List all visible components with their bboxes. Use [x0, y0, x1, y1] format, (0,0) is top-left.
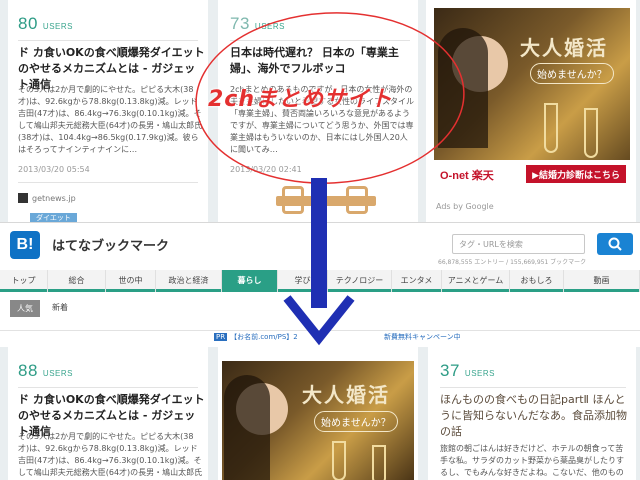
favicon-icon: [18, 193, 28, 203]
tab-popular[interactable]: 人気: [10, 300, 40, 317]
nav-item[interactable]: 動画: [564, 270, 640, 292]
user-count[interactable]: 37 USERS: [440, 361, 495, 381]
ad-subtitle: 始めませんか？: [314, 411, 398, 432]
divider: [230, 40, 410, 41]
nav-item-active[interactable]: 暮らし: [222, 270, 278, 292]
nav-item[interactable]: 総合: [48, 270, 106, 292]
user-count[interactable]: 73 USERS: [230, 14, 285, 34]
ad-subtitle: 始めませんか？: [530, 63, 614, 84]
divider: [0, 330, 640, 331]
promo-link[interactable]: PR 【お名前.com/PS】2 新費無料キャンペーン中: [214, 332, 461, 342]
entry-date: 2013/03/20 02:41: [230, 165, 302, 174]
champagne-glass-icon: [332, 441, 346, 480]
entry-thumbnail: [276, 182, 386, 222]
pr-badge: PR: [214, 333, 228, 341]
divider: [18, 387, 198, 388]
ads-by-google[interactable]: Ads by Google: [436, 202, 494, 211]
nav-item[interactable]: 政治と経済: [156, 270, 222, 292]
champagne-glass-icon: [584, 108, 598, 158]
divider: [18, 182, 198, 183]
onet-logo: O-net 楽天: [440, 170, 494, 182]
nav-item[interactable]: 学び: [278, 270, 328, 292]
entry-title[interactable]: ほんものの食べもの日記partⅡ ほんとうに皆知らないんだなあ。食品添加物の話: [440, 392, 630, 440]
entry-date: 2013/03/20 05:54: [18, 165, 90, 174]
hair-shape: [224, 375, 270, 480]
champagne-glass-icon: [372, 445, 386, 480]
ad-cta-button[interactable]: ▶結婚力診断はこちら: [526, 165, 626, 183]
divider: [18, 40, 198, 41]
site-name[interactable]: はてなブックマーク: [52, 235, 169, 254]
nav-item[interactable]: エンタメ: [392, 270, 442, 292]
nav-item[interactable]: テクノロジー: [328, 270, 392, 292]
ad-block[interactable]: 大人婚活 始めませんか？: [218, 347, 418, 480]
champagne-glass-icon: [544, 103, 558, 153]
screenshot-root: 80 USERS ド カ食いOKの食べ順爆発ダイエットのやせるメカニズムとは - …: [0, 0, 640, 480]
ad-block[interactable]: 大人婚活 始めませんか？ O-net 楽天 ▶結婚力診断はこちら Ads by …: [426, 0, 636, 222]
category-nav: トップ 総合 世の中 政治と経済 暮らし 学び テクノロジー エンタメ アニメと…: [0, 270, 640, 292]
annotation-label: 2chまとめサイト: [208, 87, 394, 112]
site-stats: 66,878,555 エントリー / 155,669,951 ブックマーク: [438, 259, 587, 266]
entry-title[interactable]: 日本は時代遅れ？ 日本の「専業主婦」、海外でフルボッコ: [230, 45, 416, 77]
ad-title: 大人婚活: [520, 36, 608, 60]
entry-card[interactable]: 37 USERS ほんものの食べもの日記partⅡ ほんとうに皆知らないんだなあ。…: [428, 347, 636, 480]
ad-title: 大人婚活: [302, 383, 390, 407]
nav-item[interactable]: おもしろ: [510, 270, 564, 292]
entry-summary: その3人は2か月で劇的にやせた。ピピる大木(38才)は、92.6kgから78.8…: [18, 85, 203, 154]
hair-shape: [438, 28, 488, 148]
bottom-entry-strip: 88 USERS ド カ食いOKの食べ順爆発ダイエットのやせるメカニズムとは - …: [0, 347, 640, 480]
nav-item[interactable]: トップ: [0, 270, 48, 292]
hatena-logo[interactable]: B!: [10, 231, 40, 259]
entry-card[interactable]: 80 USERS ド カ食いOKの食べ順爆発ダイエットのやせるメカニズムとは - …: [8, 0, 208, 222]
search-icon: [608, 237, 622, 251]
ad-banner[interactable]: 大人婚活 始めませんか？ O-net 楽天 ▶結婚力診断はこちら: [434, 8, 630, 188]
ad-banner[interactable]: 大人婚活 始めませんか？: [222, 361, 414, 480]
tag-badge[interactable]: ダイエット: [30, 213, 77, 222]
user-count[interactable]: 80 USERS: [18, 14, 73, 34]
search-button[interactable]: [597, 233, 633, 255]
tab-new[interactable]: 新着: [52, 302, 68, 313]
nav-item[interactable]: アニメとゲーム: [442, 270, 510, 292]
search-input[interactable]: タグ・URLを検索: [452, 234, 585, 254]
user-count[interactable]: 88 USERS: [18, 361, 73, 381]
hatena-header: B! はてなブックマーク タグ・URLを検索 66,878,555 エントリー …: [0, 222, 640, 347]
nav-item[interactable]: 世の中: [106, 270, 156, 292]
source-domain[interactable]: getnews.jp: [32, 194, 76, 203]
ad-footer: O-net 楽天 ▶結婚力診断はこちら: [434, 160, 630, 188]
entry-summary: 旅館の朝ごはんは好きだけど、ホテルの朝食って苦手な私。サラダのカット野菜から薬品…: [440, 444, 624, 477]
divider: [440, 387, 626, 388]
entry-card[interactable]: 88 USERS ド カ食いOKの食べ順爆発ダイエットのやせるメカニズムとは - …: [8, 347, 208, 480]
entry-summary: その3人は2か月で劇的にやせた。ピピる大木(38才)は、92.6kgから78.8…: [18, 432, 203, 477]
